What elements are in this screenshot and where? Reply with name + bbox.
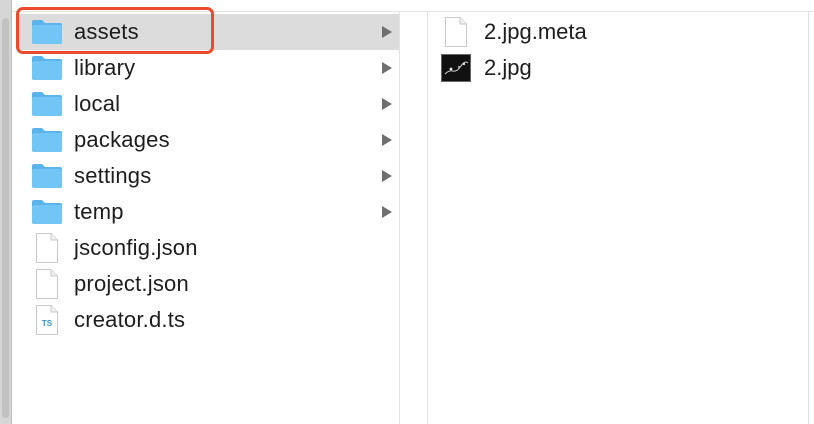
item-label: temp xyxy=(74,199,124,224)
chevron-right-icon[interactable] xyxy=(382,206,392,218)
list-item-project-json[interactable]: project.json xyxy=(18,266,399,302)
list-item-creator-dts[interactable]: TS creator.d.ts xyxy=(18,302,399,338)
folder-icon xyxy=(30,50,64,86)
folder-icon xyxy=(30,194,64,230)
item-label: 2.jpg.meta xyxy=(484,19,587,44)
list-item-2-jpg[interactable]: 2.jpg xyxy=(428,50,808,86)
folder-icon xyxy=(30,158,64,194)
folder-icon xyxy=(30,86,64,122)
item-label: creator.d.ts xyxy=(74,307,186,332)
list-item-local[interactable]: local xyxy=(18,86,399,122)
image-thumbnail-icon xyxy=(440,50,472,86)
item-label: project.json xyxy=(74,271,189,296)
list-item-temp[interactable]: temp xyxy=(18,194,399,230)
left-scrollbar[interactable] xyxy=(0,0,12,424)
item-label: local xyxy=(74,91,121,116)
folder-icon xyxy=(30,122,64,158)
scrollbar-thumb[interactable] xyxy=(2,18,9,418)
item-label: jsconfig.json xyxy=(74,235,198,260)
document-icon xyxy=(440,14,472,50)
column-divider[interactable] xyxy=(808,12,809,424)
list-item-library[interactable]: library xyxy=(18,50,399,86)
item-label: 2.jpg xyxy=(484,55,532,80)
annotation-highlight xyxy=(16,7,214,54)
chevron-right-icon[interactable] xyxy=(382,62,392,74)
document-icon xyxy=(30,266,64,302)
chevron-right-icon[interactable] xyxy=(382,134,392,146)
typescript-file-icon: TS xyxy=(30,302,64,338)
chevron-right-icon[interactable] xyxy=(382,98,392,110)
list-item-settings[interactable]: settings xyxy=(18,158,399,194)
ts-badge: TS xyxy=(42,319,53,328)
chevron-right-icon[interactable] xyxy=(382,170,392,182)
assets-column: 2.jpg.meta 2.jpg xyxy=(428,12,808,424)
finder-column-view: assets library local packages settings t… xyxy=(0,0,814,424)
list-item-jsconfig[interactable]: jsconfig.json xyxy=(18,230,399,266)
list-item-2-jpg-meta[interactable]: 2.jpg.meta xyxy=(428,14,808,50)
item-label: library xyxy=(74,55,136,80)
item-label: settings xyxy=(74,163,152,188)
list-item-packages[interactable]: packages xyxy=(18,122,399,158)
document-icon xyxy=(30,230,64,266)
chevron-right-icon[interactable] xyxy=(382,26,392,38)
column-gap xyxy=(400,12,427,424)
item-label: packages xyxy=(74,127,170,152)
project-column: assets library local packages settings t… xyxy=(16,7,399,424)
